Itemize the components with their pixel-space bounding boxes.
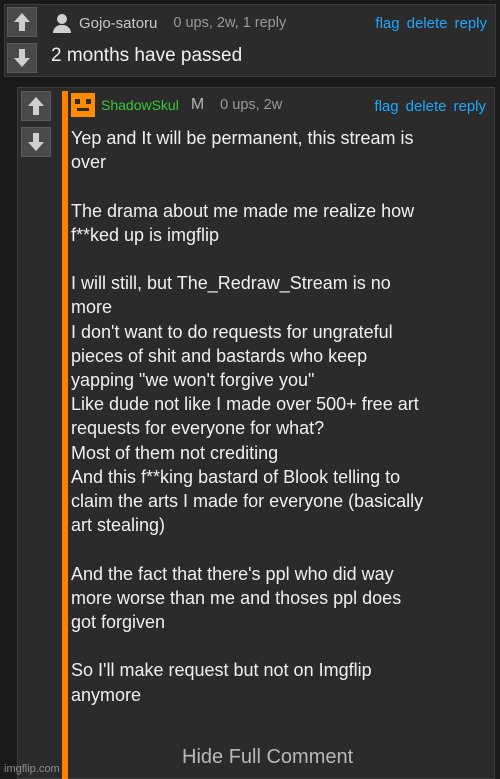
hide-full-comment-link[interactable]: Hide Full Comment (182, 746, 353, 769)
comment-line: Yep and It will be permanent, this strea… (71, 128, 414, 148)
flag-link[interactable]: flag (374, 98, 398, 115)
reply-link[interactable]: reply (453, 98, 486, 115)
user-avatar-icon (71, 93, 95, 117)
comment-header: ShadowSkul M 0 ups, 2w (71, 93, 282, 117)
downvote-button[interactable] (21, 127, 51, 157)
comment-line: art stealing) (71, 515, 166, 536)
comment-text: 2 months have passed (51, 45, 243, 66)
comment-line: And the fact that there's ppl who did wa… (71, 563, 394, 584)
downvote-button[interactable] (7, 43, 37, 73)
comment-line: over (71, 152, 107, 173)
comment-line: requests for everyone for what? (71, 418, 325, 439)
comment-line: claim the arts I made for everyone (basi… (71, 491, 424, 512)
delete-link[interactable]: delete (407, 15, 448, 32)
comment-line: I will still, but The_Redraw_Stream is n… (71, 273, 391, 294)
comment-line: anymore (71, 684, 142, 705)
comment-line: more (71, 297, 113, 318)
comment-meta: 0 ups, 2w, 1 reply (173, 15, 287, 31)
arrow-up-icon (14, 13, 30, 31)
arrow-up-icon (28, 97, 44, 115)
vote-controls (7, 7, 37, 73)
upvote-button[interactable] (7, 7, 37, 37)
comment-line: The drama about me made me realize how (71, 200, 415, 221)
reply-link[interactable]: reply (454, 15, 487, 32)
username-link[interactable]: ShadowSkul (101, 97, 179, 113)
username-link[interactable]: Gojo-satoru (79, 15, 157, 32)
arrow-down-icon (14, 49, 30, 67)
comment-actions: flag delete reply (375, 15, 487, 32)
mod-badge: M (190, 96, 205, 113)
user-icon (53, 14, 71, 33)
upvote-button[interactable] (21, 91, 51, 121)
comment-line: And this f**king bastard of Blook tellin… (71, 466, 401, 487)
mod-accent-bar (62, 91, 68, 779)
comment-actions: flag delete reply (374, 98, 486, 115)
comment-line: So I'll make request but not on Imgflip (71, 660, 372, 681)
comment-line: Like dude not like I made over 500+ free… (71, 394, 419, 415)
imgflip-watermark: imgflip.com (4, 763, 60, 775)
comment-line: more worse than me and thoses ppl does (71, 587, 402, 608)
comment-line: got forgiven (71, 612, 166, 633)
comment-shadowskul: ShadowSkul M 0 ups, 2w flag delete reply… (17, 87, 495, 779)
comment-gojo: Gojo-satoru 0 ups, 2w, 1 reply flag dele… (4, 4, 496, 77)
comment-header: Gojo-satoru 0 ups, 2w, 1 reply (53, 11, 286, 35)
comment-line: yapping "we won't forgive you" (71, 370, 315, 390)
vote-controls (21, 91, 51, 157)
comment-meta: 0 ups, 2w (220, 97, 283, 113)
comment-line: I don't want to do requests for ungratef… (71, 321, 393, 342)
comment-line: pieces of shit and bastards who keep (71, 345, 368, 366)
flag-link[interactable]: flag (375, 15, 399, 32)
comment-body: Yep and It will be permanent, this strea… (71, 126, 491, 707)
arrow-down-icon (28, 133, 44, 151)
delete-link[interactable]: delete (406, 98, 447, 115)
comment-line: Most of them not crediting (71, 442, 279, 463)
comment-line: f**ked up is imgflip (71, 224, 220, 245)
